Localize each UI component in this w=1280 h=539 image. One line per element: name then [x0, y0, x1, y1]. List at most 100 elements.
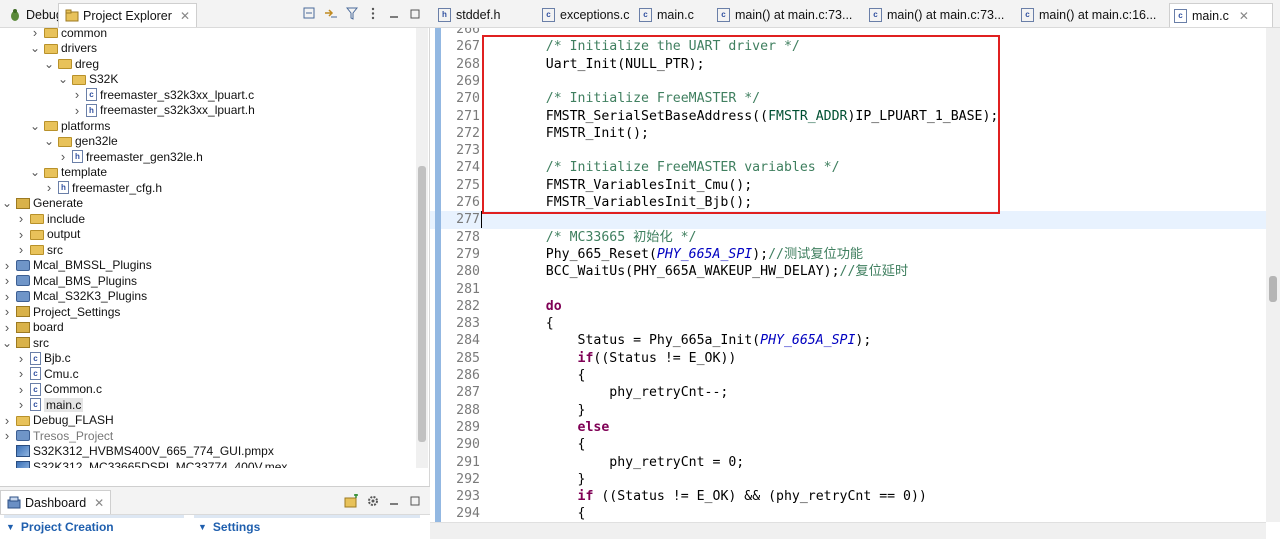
- tree-item[interactable]: › c Common.c: [16, 382, 102, 398]
- chevron-right-icon[interactable]: ›: [16, 397, 26, 412]
- view-menu-icon[interactable]: [365, 6, 380, 21]
- chevron-down-icon[interactable]: ⌄: [2, 197, 12, 209]
- tree-item[interactable]: ⌄ platforms: [30, 118, 110, 134]
- chevron-right-icon[interactable]: ›: [16, 366, 26, 381]
- code-line[interactable]: 267 /* Initialize the UART driver */: [430, 38, 1280, 55]
- chevron-down-icon[interactable]: ⌄: [30, 120, 40, 132]
- code-line[interactable]: 290 {: [430, 436, 1280, 453]
- tab-dashboard[interactable]: Dashboard ✕: [0, 490, 112, 514]
- tree-item[interactable]: › h freemaster_cfg.h: [44, 180, 162, 196]
- code-line[interactable]: 293 if ((Status != E_OK) && (phy_retryCn…: [430, 488, 1280, 505]
- tree-item[interactable]: › h freemaster_gen32le.h: [58, 149, 203, 165]
- tree-item[interactable]: ⌄ template: [30, 165, 107, 181]
- tree-item[interactable]: › Project_Settings: [2, 304, 121, 320]
- tree-item[interactable]: › common: [30, 25, 107, 41]
- tree-item[interactable]: › src: [16, 242, 63, 258]
- chevron-down-icon[interactable]: ⌄: [30, 166, 40, 178]
- tree-item[interactable]: › c Bjb.c: [16, 351, 71, 367]
- chevron-down-icon[interactable]: ⌄: [44, 58, 54, 70]
- tree-item[interactable]: › Mcal_BMSSL_Plugins: [2, 258, 152, 274]
- editor-scroll-thumb[interactable]: [1269, 276, 1277, 302]
- chevron-right-icon[interactable]: ›: [2, 320, 12, 335]
- tree-item[interactable]: › c Cmu.c: [16, 366, 79, 382]
- tree-item[interactable]: › Debug_FLASH: [2, 413, 114, 429]
- chevron-right-icon[interactable]: ›: [72, 103, 82, 118]
- tree-item[interactable]: ⌄ dreg: [44, 56, 99, 72]
- code-line[interactable]: 283 {: [430, 315, 1280, 332]
- code-line[interactable]: 289 else: [430, 419, 1280, 436]
- tree-item[interactable]: ⌄ src: [2, 335, 49, 351]
- chevron-right-icon[interactable]: ›: [2, 289, 12, 304]
- tree-item[interactable]: › Mcal_S32K3_Plugins: [2, 289, 147, 305]
- code-line[interactable]: 292 }: [430, 471, 1280, 488]
- code-line[interactable]: 274 /* Initialize FreeMASTER variables *…: [430, 159, 1280, 176]
- new-project-icon[interactable]: [344, 493, 359, 508]
- tab-project-explorer[interactable]: Project Explorer ✕: [58, 3, 197, 27]
- tree-item[interactable]: › h freemaster_s32k3xx_lpuart.h: [72, 103, 255, 119]
- maximize-icon[interactable]: [407, 493, 422, 508]
- tree-item[interactable]: › c main.c: [16, 397, 84, 413]
- code-line[interactable]: 294 {: [430, 505, 1280, 522]
- chevron-down-icon[interactable]: ⌄: [44, 135, 54, 147]
- code-line[interactable]: 270 /* Initialize FreeMASTER */: [430, 90, 1280, 107]
- editor-tab[interactable]: c main.c ✕: [1169, 3, 1273, 27]
- code-line[interactable]: 284 Status = Phy_665a_Init(PHY_665A_SPI)…: [430, 332, 1280, 349]
- chevron-down-icon[interactable]: ⌄: [30, 42, 40, 54]
- editor-tab[interactable]: c main() at main.c:73...: [713, 3, 852, 27]
- tree-item[interactable]: › Tresos_Project: [2, 428, 113, 444]
- explorer-scroll-thumb[interactable]: [418, 166, 426, 442]
- code-line[interactable]: 268 Uart_Init(NULL_PTR);: [430, 56, 1280, 73]
- tree-item[interactable]: S32K312_MC33665DSPI_MC33774_400V.mex: [2, 459, 287, 468]
- code-line[interactable]: 272 FMSTR_Init();: [430, 125, 1280, 142]
- explorer-scrollbar[interactable]: [416, 28, 428, 468]
- code-line[interactable]: 269: [430, 73, 1280, 90]
- editor-tab[interactable]: h stddef.h: [434, 3, 500, 27]
- editor-vertical-scrollbar[interactable]: [1266, 28, 1280, 522]
- link-with-editor-icon[interactable]: [323, 6, 338, 21]
- chevron-right-icon[interactable]: ›: [2, 273, 12, 288]
- close-icon[interactable]: ✕: [94, 496, 104, 510]
- editor-tab[interactable]: c main() at main.c:16...: [1017, 3, 1156, 27]
- code-line[interactable]: 266: [430, 28, 1280, 38]
- code-line[interactable]: 280 BCC_WaitUs(PHY_665A_WAKEUP_HW_DELAY)…: [430, 263, 1280, 280]
- collapse-all-icon[interactable]: [302, 6, 317, 21]
- chevron-right-icon[interactable]: ›: [16, 382, 26, 397]
- chevron-right-icon[interactable]: ›: [16, 351, 26, 366]
- code-lines[interactable]: 266 267 /* Initialize the UART driver */2…: [430, 28, 1280, 522]
- code-line[interactable]: 277: [430, 211, 1280, 229]
- code-line[interactable]: 286 {: [430, 367, 1280, 384]
- close-icon[interactable]: ✕: [1239, 9, 1249, 23]
- settings-icon[interactable]: [365, 493, 380, 508]
- code-line[interactable]: 279 Phy_665_Reset(PHY_665A_SPI);//测试复位功能: [430, 246, 1280, 263]
- chevron-down-icon[interactable]: ⌄: [2, 337, 12, 349]
- chevron-right-icon[interactable]: ›: [2, 258, 12, 273]
- tree-item[interactable]: › include: [16, 211, 85, 227]
- chevron-right-icon[interactable]: ›: [44, 180, 54, 195]
- tree-item[interactable]: ⌄ gen32le: [44, 134, 118, 150]
- code-line[interactable]: 282 do: [430, 298, 1280, 315]
- chevron-right-icon[interactable]: ›: [72, 87, 82, 102]
- minimize-icon[interactable]: [386, 493, 401, 508]
- tree-item[interactable]: › board: [2, 320, 64, 336]
- code-line[interactable]: 287 phy_retryCnt--;: [430, 384, 1280, 401]
- section-project-creation[interactable]: ▼ Project Creation: [6, 520, 114, 534]
- filter-icon[interactable]: [344, 6, 359, 21]
- code-line[interactable]: 271 FMSTR_SerialSetBaseAddress((FMSTR_AD…: [430, 108, 1280, 125]
- tree-item[interactable]: ⌄ S32K: [58, 72, 118, 88]
- chevron-right-icon[interactable]: ›: [2, 413, 12, 428]
- code-line[interactable]: 288 }: [430, 402, 1280, 419]
- code-line[interactable]: 281: [430, 281, 1280, 298]
- chevron-right-icon[interactable]: ›: [16, 242, 26, 257]
- code-line[interactable]: 291 phy_retryCnt = 0;: [430, 454, 1280, 471]
- code-line[interactable]: 285 if((Status != E_OK)): [430, 350, 1280, 367]
- chevron-right-icon[interactable]: ›: [30, 25, 40, 40]
- section-settings[interactable]: ▼ Settings: [198, 520, 260, 534]
- tree-item[interactable]: ⌄ Generate: [2, 196, 83, 212]
- tree-item[interactable]: › output: [16, 227, 81, 243]
- tree-item[interactable]: › Mcal_BMS_Plugins: [2, 273, 137, 289]
- chevron-down-icon[interactable]: ⌄: [58, 73, 68, 85]
- code-line[interactable]: 275 FMSTR_VariablesInit_Cmu();: [430, 177, 1280, 194]
- chevron-right-icon[interactable]: ›: [58, 149, 68, 164]
- editor-tab[interactable]: c main.c: [635, 3, 694, 27]
- chevron-right-icon[interactable]: ›: [2, 304, 12, 319]
